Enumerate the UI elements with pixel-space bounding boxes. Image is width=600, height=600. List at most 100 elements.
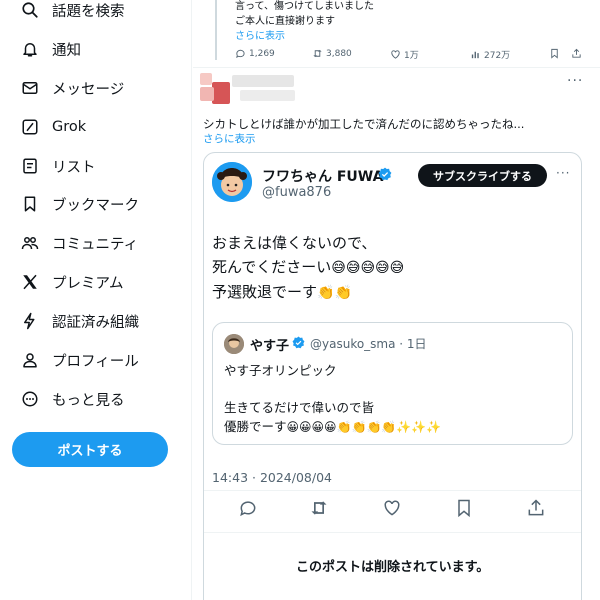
repost-button[interactable]: [309, 498, 331, 520]
sidebar-item-label: リスト: [52, 159, 96, 176]
sidebar-item-premium[interactable]: プレミアム: [20, 267, 124, 297]
sidebar-item-bookmarks[interactable]: ブックマーク: [20, 189, 139, 219]
quoted-body-text: 死んでくださーい: [212, 258, 332, 276]
reply-show-more[interactable]: さらに表示: [203, 131, 256, 146]
inner-body-line: やす子オリンピック: [224, 363, 337, 378]
sidebar-item-label: もっと見る: [52, 392, 125, 409]
thread-line: [215, 0, 217, 60]
quoted-handle[interactable]: @fuwa876: [262, 185, 331, 200]
quoted-body-line: 死んでくださーい😅😅😅😅😅: [212, 256, 404, 277]
sidebar-item-label: メッセージ: [52, 81, 125, 98]
repost-icon: [312, 48, 326, 59]
views-action[interactable]: 272万: [470, 48, 510, 61]
inner-handle[interactable]: @yasuko_sma · 1日: [310, 335, 427, 352]
like-count: 1万: [404, 51, 419, 61]
previous-post-line2: ご本人に直接謝ります: [235, 16, 335, 27]
sidebar-item-notifications[interactable]: 通知: [20, 34, 81, 64]
bell-icon: [20, 39, 40, 59]
envelope-icon: [20, 78, 40, 98]
sidebar-item-label: プレミアム: [52, 275, 124, 292]
fuwa-avatar[interactable]: [212, 162, 252, 202]
sidebar-item-profile[interactable]: プロフィール: [20, 345, 139, 375]
deleted-post-notice: このポストは削除されています。: [296, 560, 490, 575]
bookmark-button[interactable]: [454, 498, 476, 520]
quoted-body-line: おまえは偉くないので、: [212, 234, 377, 252]
sidebar-item-communities[interactable]: コミュニティ: [20, 228, 138, 258]
sidebar-item-more[interactable]: もっと見る: [20, 384, 125, 414]
repost-icon: [309, 498, 331, 518]
previous-post-actions: 1,269 3,880 1万 272万: [235, 48, 585, 64]
blurred-name: [240, 90, 295, 101]
post-divider: [193, 67, 600, 68]
post-button[interactable]: ポストする: [12, 432, 168, 467]
quoted-display-name[interactable]: フワちゃん FUWA: [262, 166, 383, 186]
like-button[interactable]: [382, 498, 404, 520]
clap-emoji: 👏👏: [317, 285, 352, 301]
inner-body-text: 優勝でーす: [224, 419, 287, 434]
sidebar-item-lists[interactable]: リスト: [20, 151, 96, 181]
sweat-smile-emoji: 😅😅😅😅😅: [331, 260, 405, 276]
reply-text: シカトしとけば誰かが加工したで済んだのに認めちゃったね...: [203, 117, 525, 131]
views-count: 272万: [484, 51, 511, 61]
sidebar-item-label: コミュニティ: [52, 236, 139, 253]
community-icon: [20, 233, 40, 253]
sidebar-item-label: 話題を検索: [52, 3, 125, 20]
sidebar-item-verified-orgs[interactable]: 認証済み組織: [20, 306, 139, 336]
sidebar-item-label: Grok: [52, 119, 87, 135]
blurred-avatar: [200, 87, 214, 101]
reply-action[interactable]: 1,269: [235, 48, 275, 59]
share-button[interactable]: [526, 498, 548, 520]
heart-icon: [390, 49, 404, 60]
views-icon: [470, 49, 484, 60]
sidebar-item-label: プロフィール: [52, 353, 139, 370]
share-action[interactable]: [571, 48, 585, 59]
inner-body-line: 生きてるだけで偉いので皆: [224, 400, 375, 415]
reply-icon: [238, 498, 260, 518]
post-timestamp[interactable]: 14:43 · 2024/08/04: [212, 470, 332, 485]
share-icon: [571, 48, 585, 59]
heart-icon: [382, 498, 404, 518]
sidebar: 話題を検索 通知 メッセージ Grok リスト ブックマーク コミュニティ プレ…: [0, 0, 192, 600]
bookmark-action[interactable]: [549, 48, 563, 59]
blurred-avatar: [212, 82, 230, 104]
blurred-name: [232, 75, 294, 87]
inner-display-name[interactable]: やす子: [250, 335, 289, 354]
person-icon: [20, 350, 40, 370]
reply-icon: [235, 48, 249, 59]
quoted-body-line: 予選敗退でーす👏👏: [212, 281, 352, 302]
previous-post-line1: 言って、傷つけてしまいました: [235, 1, 374, 12]
sidebar-item-label: ブックマーク: [52, 197, 139, 214]
lightning-icon: [20, 311, 40, 331]
inner-body-line: 優勝でーす😀😀😀😀👏👏👏👏✨✨✨: [224, 416, 441, 435]
search-icon: [20, 0, 40, 20]
quoted-body-text: 予選敗退でーす: [212, 283, 318, 301]
verified-badge-icon: [378, 167, 392, 181]
sidebar-item-grok[interactable]: Grok: [20, 112, 86, 142]
sidebar-item-messages[interactable]: メッセージ: [20, 73, 124, 103]
grin-clap-sparkle-emoji: 😀😀😀😀👏👏👏👏✨✨✨: [286, 420, 442, 434]
sidebar-item-explore[interactable]: 話題を検索: [20, 0, 125, 25]
subscribe-button[interactable]: サブスクライブする: [418, 164, 547, 187]
card-divider: [204, 532, 581, 533]
more-circle-icon: [20, 389, 40, 409]
bookmark-icon: [20, 194, 40, 214]
repost-action[interactable]: 3,880: [312, 48, 352, 59]
sidebar-item-label: 通知: [52, 42, 81, 59]
bookmark-icon: [454, 498, 476, 518]
repost-count: 3,880: [326, 48, 352, 59]
blurred-avatar: [200, 73, 212, 85]
more-options-icon[interactable]: ···: [556, 166, 570, 180]
list-icon: [20, 156, 40, 176]
reply-button[interactable]: [238, 498, 260, 520]
sidebar-item-label: 認証済み組織: [52, 314, 139, 331]
card-divider: [204, 490, 581, 491]
share-icon: [526, 498, 548, 518]
previous-post-show-more[interactable]: さらに表示: [235, 27, 285, 42]
more-options-icon[interactable]: ···: [567, 73, 583, 89]
verified-badge-icon: [292, 336, 305, 349]
bookmark-icon: [549, 48, 563, 59]
grok-icon: [20, 117, 40, 137]
yasuko-avatar[interactable]: [224, 334, 244, 354]
x-logo-icon: [20, 272, 40, 292]
like-action[interactable]: 1万: [390, 48, 419, 61]
